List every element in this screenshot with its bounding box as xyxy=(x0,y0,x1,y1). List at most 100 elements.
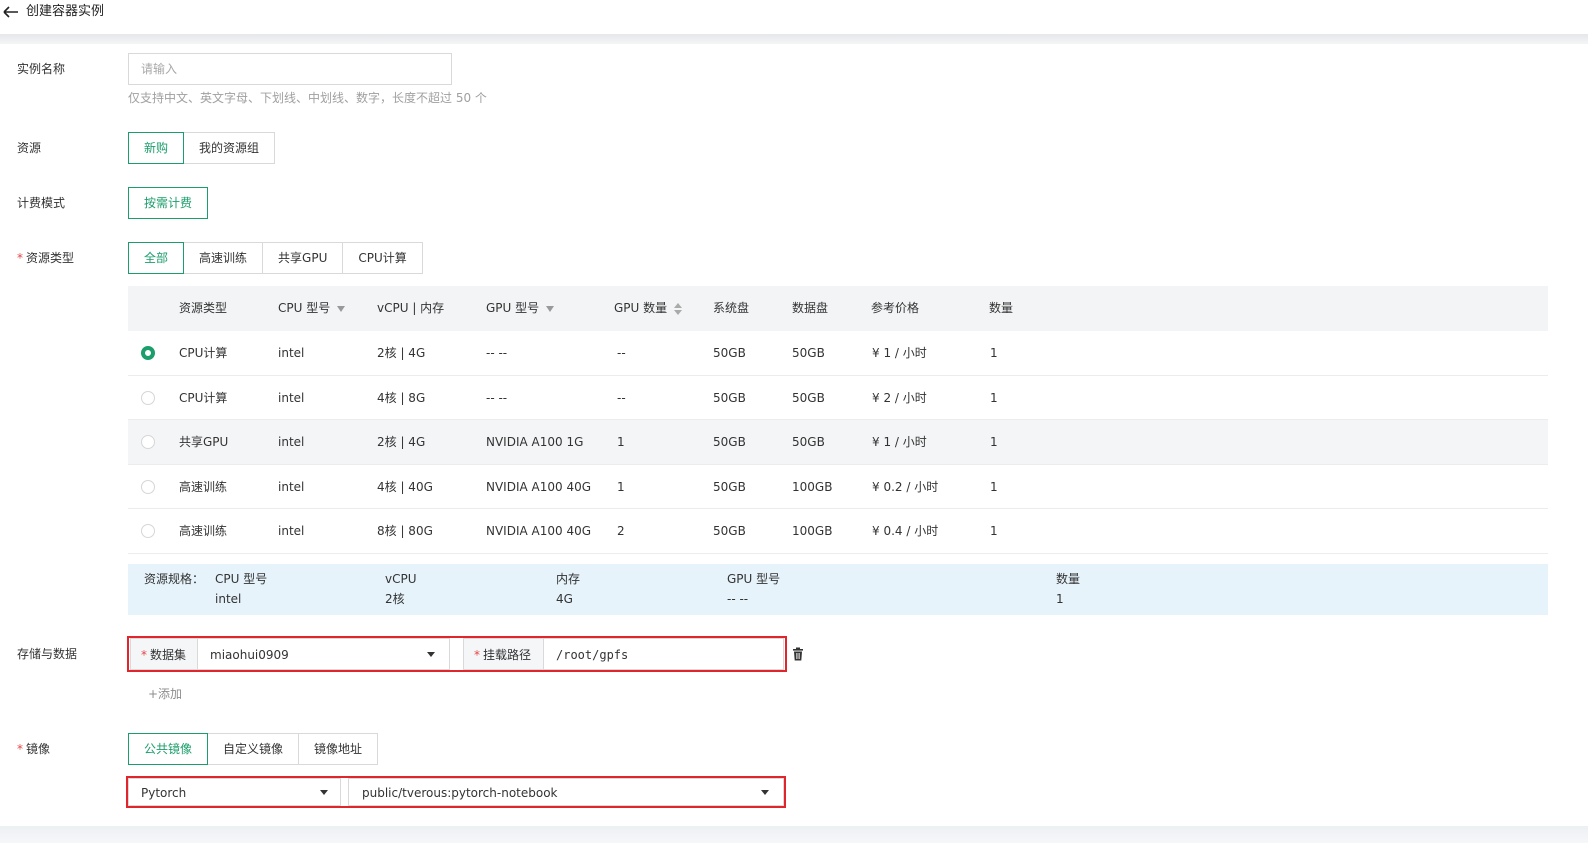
resource-table: 资源类型 CPU 型号 vCPU | 内存 GPU 型号 GPU 数量 系统盘 … xyxy=(128,286,1548,554)
cell-price: ¥ 0.4 / 小时 xyxy=(872,524,939,538)
row-radio[interactable] xyxy=(141,346,155,360)
spec-gpu-label: GPU 型号 xyxy=(727,572,781,586)
dataset-label: * 数据集 xyxy=(141,648,187,662)
cell-resource-type: CPU计算 xyxy=(179,390,228,405)
spec-quantity-label: 数量 xyxy=(1056,572,1081,586)
resource-type-tabs: 全部 高速训练 共享GPU CPU计算 xyxy=(128,242,423,274)
framework-value: Pytorch xyxy=(141,786,187,800)
image-name-select[interactable]: public/tverous:pytorch-notebook xyxy=(348,778,784,806)
tab-custom-image[interactable]: 自定义镜像 xyxy=(207,733,300,765)
spec-title: 资源规格： xyxy=(144,572,205,586)
mount-path-label: * 挂载路径 xyxy=(474,648,532,662)
spec-cpu-label: CPU 型号 xyxy=(215,572,268,586)
image-tabs: 公共镜像 自定义镜像 镜像地址 xyxy=(128,733,379,765)
table-row[interactable]: 高速训练 intel 8核 | 80G NVIDIA A100 40G 2 50GB 100… xyxy=(128,509,1548,554)
tab-all[interactable]: 全部 xyxy=(128,242,185,274)
cell-system-disk: 50GB xyxy=(713,435,746,449)
required-mark: * xyxy=(17,251,23,265)
col-gpu-count[interactable]: GPU 数量 xyxy=(614,300,683,316)
framework-select[interactable]: Pytorch xyxy=(128,778,341,806)
cell-quantity: 1 xyxy=(990,479,998,494)
cell-resource-type: 共享GPU xyxy=(179,435,229,449)
spec-cpu-value: intel xyxy=(215,592,242,606)
cell-price: ¥ 1 / 小时 xyxy=(872,346,927,360)
cell-vcpu-memory: 4核 | 40G xyxy=(377,479,433,494)
image-name-value: public/tverous:pytorch-notebook xyxy=(362,786,558,800)
table-header: 资源类型 CPU 型号 vCPU | 内存 GPU 型号 GPU 数量 系统盘 … xyxy=(128,286,1548,331)
row-radio[interactable] xyxy=(141,435,155,449)
trash-icon[interactable] xyxy=(792,647,804,661)
tab-cpu-compute[interactable]: CPU计算 xyxy=(342,242,423,274)
tab-my-resource-group[interactable]: 我的资源组 xyxy=(183,132,276,164)
cell-data-disk: 50GB xyxy=(792,390,825,405)
cell-cpu-model: intel xyxy=(278,435,305,449)
cell-data-disk: 50GB xyxy=(792,435,825,449)
cell-quantity: 1 xyxy=(990,390,998,405)
table-row[interactable]: CPU计算 intel 4核 | 8G -- -- -- 50GB 50GB ¥ 2 / 小时… xyxy=(128,375,1548,420)
instance-name-hint: 仅支持中文、英文字母、下划线、中划线、数字，长度不超过 50 个 xyxy=(128,91,487,105)
row-radio[interactable] xyxy=(141,524,155,538)
tab-public-image[interactable]: 公共镜像 xyxy=(128,733,209,765)
cell-gpu-count: -- xyxy=(617,346,626,360)
col-cpu-model[interactable]: CPU 型号 xyxy=(278,300,346,316)
cell-gpu-model: NVIDIA A100 40G xyxy=(486,524,592,538)
tab-image-address[interactable]: 镜像地址 xyxy=(298,733,379,765)
cell-gpu-model: NVIDIA A100 40G xyxy=(486,479,592,494)
tab-new-purchase[interactable]: 新购 xyxy=(128,132,185,164)
mount-path-input[interactable]: /root/gpfs xyxy=(543,638,784,670)
table-row[interactable]: 高速训练 intel 4核 | 40G NVIDIA A100 40G 1 50GB 100… xyxy=(128,464,1548,509)
chevron-down-icon xyxy=(427,652,435,657)
table-body: CPU计算 intel 2核 | 4G -- -- -- 50GB 50GB ¥ 1 / 小时… xyxy=(128,331,1548,554)
billing-tabs: 按需计费 xyxy=(128,187,209,219)
cell-data-disk: 100GB xyxy=(792,479,833,494)
cell-gpu-count: 1 xyxy=(617,479,625,494)
table-row[interactable]: CPU计算 intel 2核 | 4G -- -- -- 50GB 50GB ¥ 1 / 小时… xyxy=(128,331,1548,376)
footer-divider xyxy=(0,826,1588,843)
cell-price: ¥ 1 / 小时 xyxy=(872,435,927,449)
billing-label: 计费模式 xyxy=(17,196,66,210)
instance-name-label: 实例名称 xyxy=(17,62,66,76)
page-header: 创建容器实例 xyxy=(0,0,1588,36)
cell-quantity: 1 xyxy=(990,346,998,360)
table-row[interactable]: 共享GPU intel 2核 | 4G NVIDIA A100 1G 1 50GB 50GB… xyxy=(128,420,1548,465)
row-radio[interactable] xyxy=(141,479,155,494)
cell-cpu-model: intel xyxy=(278,390,305,405)
arrow-left-icon[interactable] xyxy=(2,3,20,21)
cell-price: ¥ 2 / 小时 xyxy=(872,390,927,405)
header-divider xyxy=(0,34,1588,44)
cell-system-disk: 50GB xyxy=(713,524,746,538)
col-price: 参考价格 xyxy=(871,301,920,315)
filter-icon[interactable] xyxy=(337,305,346,312)
row-radio[interactable] xyxy=(141,390,155,405)
col-quantity: 数量 xyxy=(989,301,1014,315)
cell-system-disk: 50GB xyxy=(713,479,746,494)
cell-resource-type: 高速训练 xyxy=(179,524,228,538)
dataset-addon: * 数据集 xyxy=(130,638,198,670)
spec-memory-value: 4G xyxy=(556,592,573,606)
cell-resource-type: 高速训练 xyxy=(179,479,228,494)
sort-icon[interactable] xyxy=(674,302,683,315)
tab-pay-as-you-go[interactable]: 按需计费 xyxy=(128,187,209,219)
resource-tabs: 新购 我的资源组 xyxy=(128,132,276,164)
cell-cpu-model: intel xyxy=(278,346,305,360)
cell-quantity: 1 xyxy=(990,435,998,449)
filter-icon[interactable] xyxy=(546,305,555,312)
tab-high-speed-training[interactable]: 高速训练 xyxy=(183,242,264,274)
tab-shared-gpu[interactable]: 共享GPU xyxy=(262,242,344,274)
dataset-select[interactable]: miaohui0909 xyxy=(197,638,450,670)
spec-gpu-value: -- -- xyxy=(727,592,749,606)
cell-resource-type: CPU计算 xyxy=(179,346,228,360)
add-storage-button[interactable]: +添加 xyxy=(148,686,182,702)
cell-price: ¥ 0.2 / 小时 xyxy=(872,479,939,494)
mount-path-addon: * 挂载路径 xyxy=(463,638,544,670)
cell-system-disk: 50GB xyxy=(713,346,746,360)
col-data-disk: 数据盘 xyxy=(792,301,829,315)
spec-vcpu-value: 2核 xyxy=(385,592,405,606)
cell-vcpu-memory: 2核 | 4G xyxy=(377,346,426,360)
col-gpu-model[interactable]: GPU 型号 xyxy=(486,300,555,316)
spec-memory-label: 内存 xyxy=(556,572,581,586)
cell-data-disk: 100GB xyxy=(792,524,833,538)
cell-vcpu-memory: 4核 | 8G xyxy=(377,390,426,405)
chevron-down-icon xyxy=(320,790,328,795)
instance-name-input[interactable]: 请输入 xyxy=(128,53,452,85)
